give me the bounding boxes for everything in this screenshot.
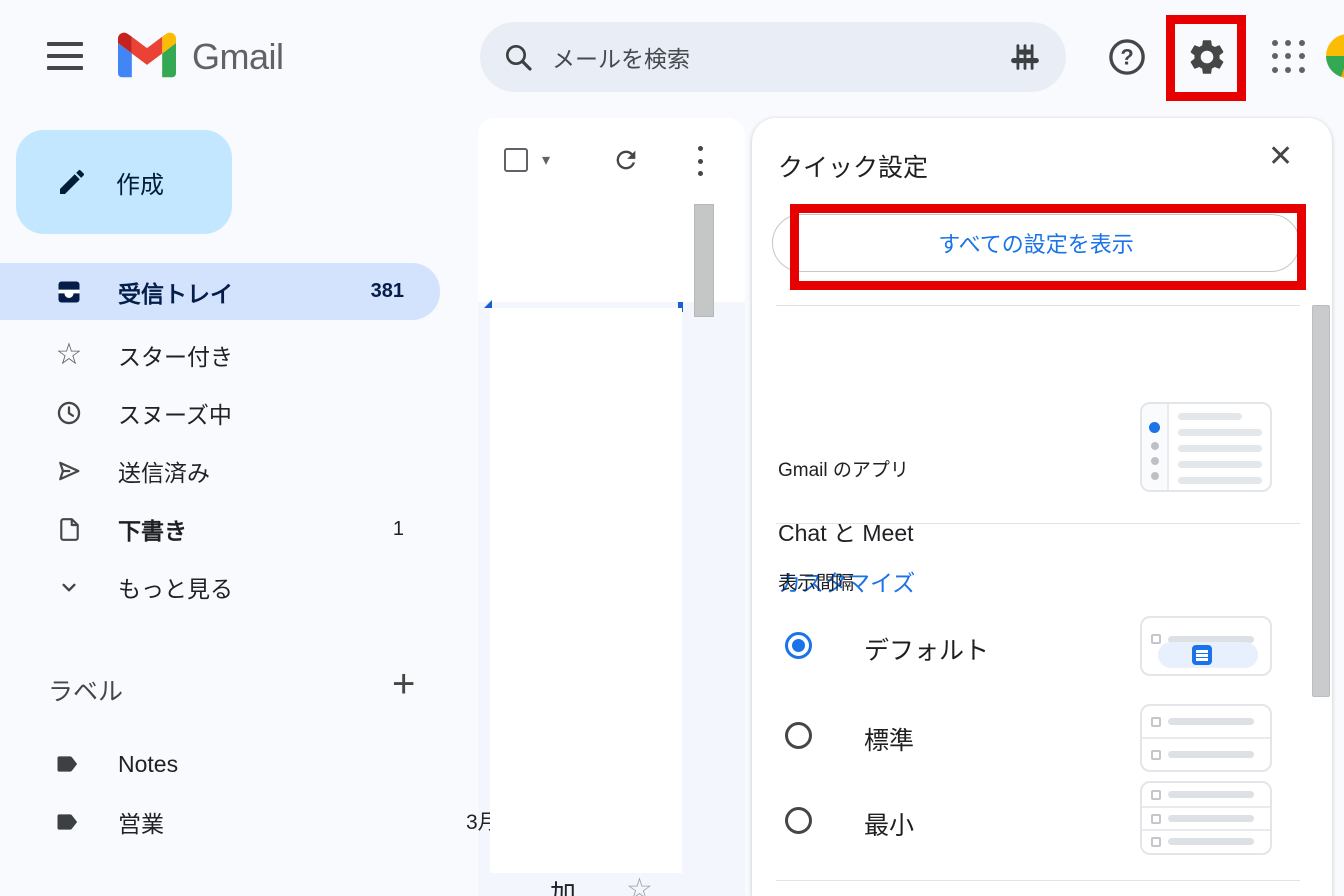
sidebar-item-label: スヌーズ中 xyxy=(118,396,440,430)
search-input[interactable]: メールを検索 xyxy=(552,40,1008,74)
density-section-header: 表示間隔 xyxy=(778,568,854,595)
pencil-icon xyxy=(56,166,88,198)
sidebar-item-sent[interactable]: 送信済み xyxy=(0,445,440,497)
send-icon xyxy=(54,456,84,486)
select-all-checkbox[interactable] xyxy=(504,148,528,172)
search-icon[interactable] xyxy=(502,41,534,73)
label-name: Notes xyxy=(118,751,178,778)
more-options-icon[interactable] xyxy=(696,146,704,176)
quick-settings-panel: クイック設定 ✕ すべての設定を表示 Gmail のアプリ Chat と Mee… xyxy=(752,118,1332,896)
thumbnail-dot-column xyxy=(1142,404,1169,490)
google-apps-icon[interactable] xyxy=(1272,40,1306,74)
redacted-mail-content xyxy=(490,308,682,873)
sidebar-item-label: スター付き xyxy=(118,338,440,372)
sidebar-item-starred[interactable]: ☆ スター付き xyxy=(0,329,440,381)
quick-settings-scrollbar[interactable] xyxy=(1312,305,1330,697)
settings-gear-icon[interactable] xyxy=(1186,36,1228,78)
sidebar-item-inbox[interactable]: 受信トレイ 381 xyxy=(0,263,440,320)
density-default-thumbnail[interactable] xyxy=(1140,616,1272,676)
clock-icon xyxy=(54,398,84,428)
create-label-plus-icon[interactable]: + xyxy=(392,662,415,707)
sidebar-item-label: 送信済み xyxy=(118,454,440,488)
draft-count-badge: 1 xyxy=(393,518,404,541)
sidebar-item-label: 受信トレイ xyxy=(118,275,371,309)
see-all-settings-button[interactable]: すべての設定を表示 xyxy=(772,214,1300,272)
inbox-icon xyxy=(54,277,84,307)
mail-row-sender: 加 xyxy=(550,874,576,896)
gmail-logo-icon xyxy=(118,32,176,78)
label-tag-icon xyxy=(54,808,82,836)
draft-icon xyxy=(54,514,84,544)
svg-text:?: ? xyxy=(1120,45,1133,70)
star-icon: ☆ xyxy=(54,340,84,370)
sidebar-item-label: もっと見る xyxy=(118,570,440,604)
app-title: Gmail xyxy=(192,36,284,78)
sidebar-item-label: 下書き xyxy=(118,512,393,546)
mail-list-panel: ▾ 3月 加 ☆ xyxy=(478,118,745,896)
main-menu-icon[interactable] xyxy=(47,42,83,70)
label-tag-icon xyxy=(54,750,82,778)
label-name: 営業 xyxy=(118,805,164,839)
radio-label-comfortable: 標準 xyxy=(864,721,914,757)
density-compact-thumbnail[interactable] xyxy=(1140,781,1272,855)
chevron-down-icon xyxy=(54,572,84,602)
apps-section-header: Gmail のアプリ xyxy=(778,455,909,482)
refresh-icon[interactable] xyxy=(612,146,640,174)
sidebar-item-drafts[interactable]: 下書き 1 xyxy=(0,503,440,555)
radio-label-default: デフォルト xyxy=(864,631,989,667)
radio-label-compact: 最小 xyxy=(864,806,914,842)
quick-settings-title: クイック設定 xyxy=(778,148,928,184)
mail-row-star-icon[interactable]: ☆ xyxy=(626,872,653,896)
close-icon[interactable]: ✕ xyxy=(1268,142,1293,172)
select-dropdown-caret-icon[interactable]: ▾ xyxy=(542,150,550,170)
sidebar-item-snoozed[interactable]: スヌーズ中 xyxy=(0,387,440,439)
mail-list-scrollbar[interactable] xyxy=(694,204,714,317)
sidebar-label-notes[interactable]: Notes xyxy=(0,740,440,788)
divider xyxy=(776,305,1300,306)
sidebar-label-eigyo[interactable]: 営業 xyxy=(0,798,440,846)
account-avatar[interactable] xyxy=(1326,34,1344,78)
divider xyxy=(776,523,1300,524)
top-header: Gmail メールを検索 ? xyxy=(0,0,1344,112)
radio-density-compact[interactable] xyxy=(785,807,812,834)
unread-count-badge: 381 xyxy=(371,280,404,303)
search-bar[interactable]: メールを検索 xyxy=(480,22,1066,92)
mail-list-toolbar: ▾ xyxy=(478,146,745,192)
density-comfortable-thumbnail[interactable] xyxy=(1140,704,1272,772)
divider xyxy=(776,880,1300,881)
search-options-icon[interactable] xyxy=(1008,40,1042,74)
help-icon[interactable]: ? xyxy=(1106,36,1148,78)
chat-meet-thumbnail xyxy=(1140,402,1272,492)
compose-label: 作成 xyxy=(116,165,164,200)
compose-button[interactable]: 作成 xyxy=(16,130,232,234)
radio-density-comfortable[interactable] xyxy=(785,722,812,749)
sidebar-item-more[interactable]: もっと見る xyxy=(0,561,440,613)
chat-meet-row-title: Chat と Meet xyxy=(778,514,914,548)
radio-density-default[interactable] xyxy=(785,632,812,659)
labels-section-header: ラベル xyxy=(48,672,123,708)
